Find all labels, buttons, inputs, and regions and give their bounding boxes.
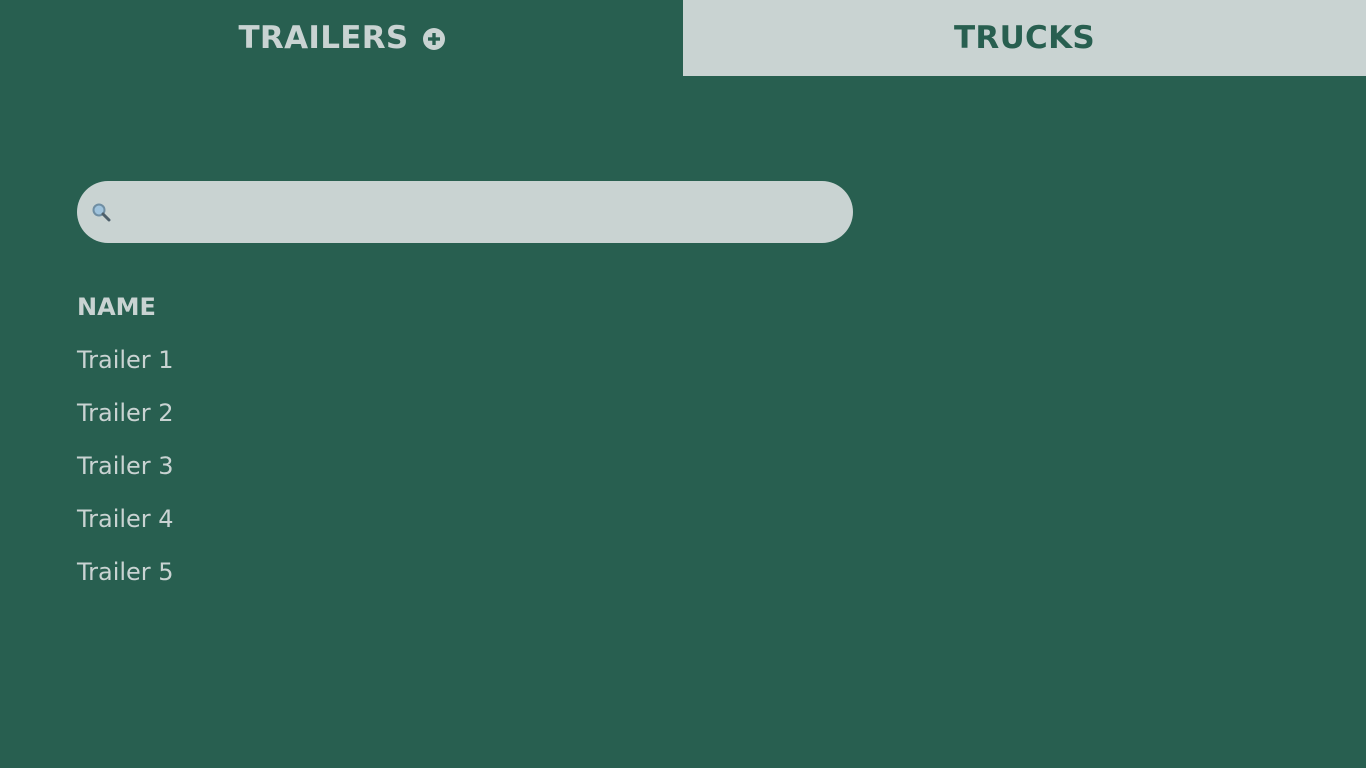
search-icon [91,202,111,222]
trailer-table: NAME Trailer 1 Trailer 2 Trailer 3 Trail… [77,287,777,605]
table-row[interactable]: Trailer 2 [77,393,777,446]
tab-bar: TRAILERS TRUCKS [0,0,1366,76]
table-row[interactable]: Trailer 3 [77,446,777,499]
plus-circle-icon[interactable] [422,28,445,50]
table-row[interactable]: Trailer 5 [77,552,777,605]
column-header-name: NAME [77,293,156,321]
table-rows: Trailer 1 Trailer 2 Trailer 3 Trailer 4 … [77,340,777,605]
table-row[interactable]: Trailer 1 [77,340,777,393]
tab-trailers-label: TRAILERS [238,20,409,56]
tab-trailers[interactable]: TRAILERS [0,0,683,76]
search-bar[interactable] [77,181,853,243]
tab-trucks[interactable]: TRUCKS [683,0,1366,76]
search-input[interactable] [121,192,853,232]
table-row[interactable]: Trailer 4 [77,499,777,552]
tab-trucks-label: TRUCKS [953,20,1096,56]
